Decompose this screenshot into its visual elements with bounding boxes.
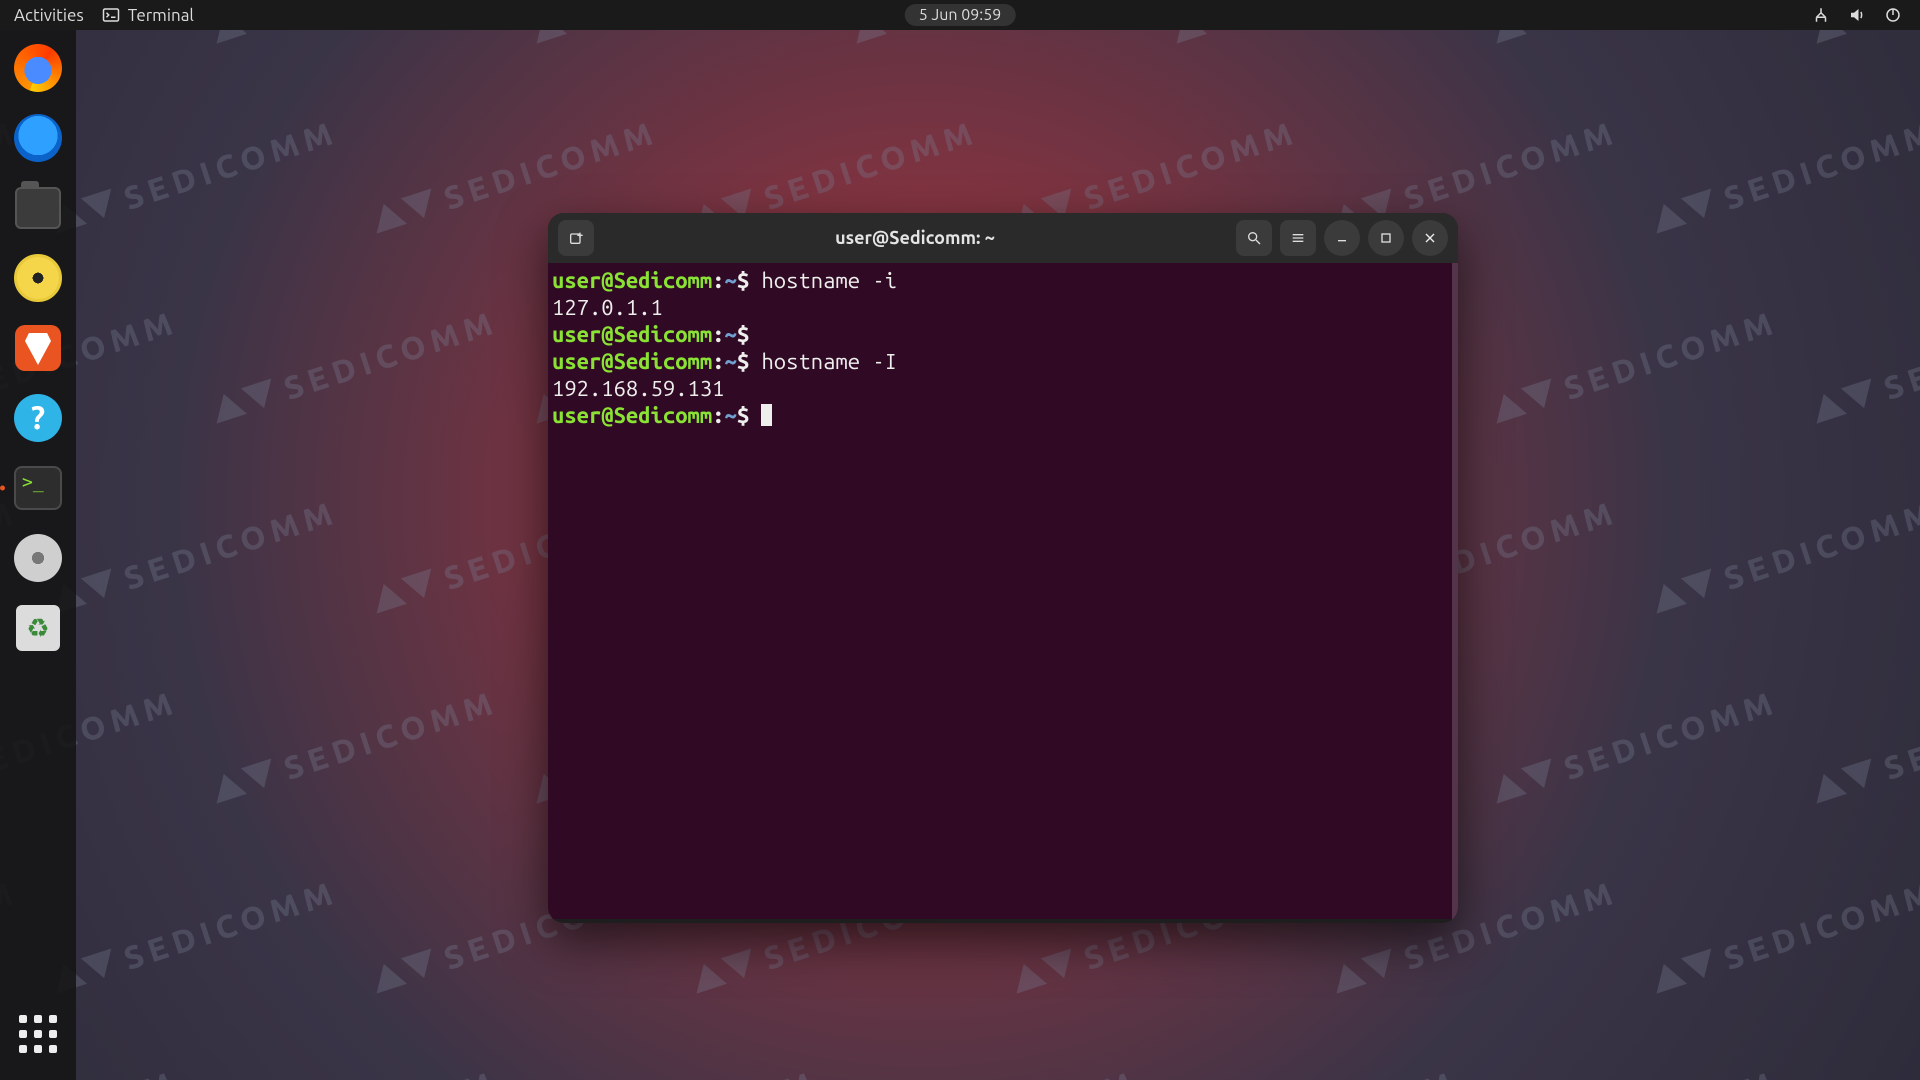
window-title: user@Sedicomm: ~ (602, 228, 1228, 248)
dock-help[interactable]: ? (10, 390, 66, 446)
rhythmbox-icon (14, 254, 62, 302)
close-button[interactable] (1412, 220, 1448, 256)
minimize-button[interactable] (1324, 220, 1360, 256)
trash-icon (16, 605, 60, 651)
app-menu-label: Terminal (128, 6, 194, 25)
power-icon[interactable] (1884, 6, 1902, 24)
dock-thunderbird[interactable] (10, 110, 66, 166)
app-menu[interactable]: Terminal (102, 6, 194, 25)
terminal-output[interactable]: user@Sedicomm:~$ hostname -i 127.0.1.1 u… (548, 263, 1452, 919)
top-bar: Activities Terminal 5 Jun 09:59 (0, 0, 1920, 30)
dock-terminal[interactable]: >_ (10, 460, 66, 516)
show-applications-button[interactable] (10, 1006, 66, 1062)
clock[interactable]: 5 Jun 09:59 (905, 4, 1016, 26)
thunderbird-icon (14, 114, 62, 162)
dock-software[interactable] (10, 320, 66, 376)
dock-trash[interactable] (10, 600, 66, 656)
dock-files[interactable] (10, 180, 66, 236)
disc-icon (14, 534, 62, 582)
help-icon: ? (14, 394, 62, 442)
dock: ? >_ (0, 30, 76, 1080)
search-button[interactable] (1236, 220, 1272, 256)
dock-rhythmbox[interactable] (10, 250, 66, 306)
terminal-app-icon: >_ (14, 466, 62, 510)
dock-firefox[interactable] (10, 40, 66, 96)
network-icon[interactable] (1812, 6, 1830, 24)
new-tab-button[interactable] (558, 220, 594, 256)
dock-disc[interactable] (10, 530, 66, 586)
files-icon (15, 187, 61, 229)
activities-button[interactable]: Activities (14, 6, 84, 25)
terminal-window: user@Sedicomm: ~ user@Sedicomm:~$ hostna… (548, 213, 1458, 923)
terminal-icon (102, 6, 120, 24)
menu-button[interactable] (1280, 220, 1316, 256)
firefox-icon (14, 44, 62, 92)
window-titlebar[interactable]: user@Sedicomm: ~ (548, 213, 1458, 263)
maximize-button[interactable] (1368, 220, 1404, 256)
volume-icon[interactable] (1848, 6, 1866, 24)
terminal-scrollbar[interactable] (1452, 263, 1458, 919)
software-icon (15, 325, 61, 371)
